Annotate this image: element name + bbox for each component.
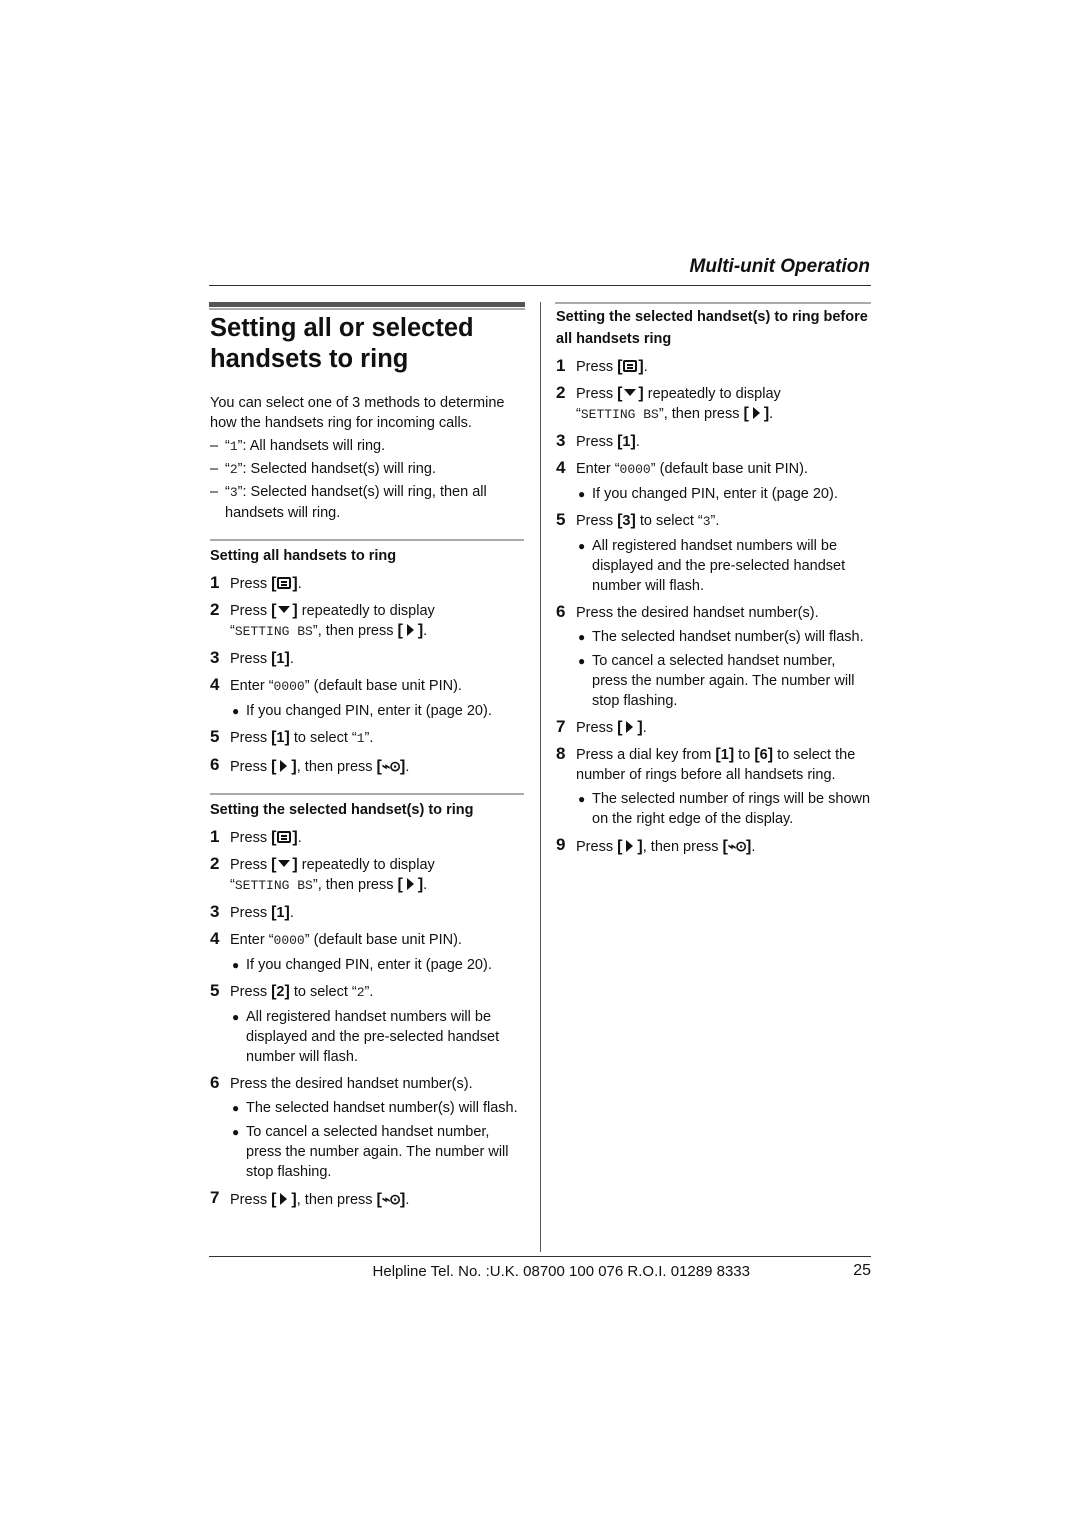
key-1-icon: [1] <box>617 433 636 450</box>
bullet: ● The selected handset number(s) will fla… <box>578 629 864 645</box>
intro-text: You can select one of 3 methods to deter… <box>210 395 505 431</box>
title-bar-underline <box>209 308 525 310</box>
option-item: – “1”: All handsets will ring. <box>210 438 386 454</box>
subsection-heading-before: Setting the selected handset(s) to ring … <box>556 309 868 347</box>
key-1-icon: [1] <box>271 904 290 921</box>
right-key-icon: [] <box>743 405 770 422</box>
step: 9 Press [], then press [⌁⊙]. <box>556 835 756 855</box>
step: 1 Press []. <box>556 356 648 375</box>
column-divider <box>540 302 541 1252</box>
step: 1 Press []. <box>210 827 302 846</box>
bullet: ● To cancel a selected handset number, pr… <box>578 653 855 709</box>
right-key-icon: [] <box>397 876 424 893</box>
step: 1 Press []. <box>210 573 302 592</box>
key-1-icon: [1] <box>271 650 290 667</box>
key-2-icon: [2] <box>271 983 290 1000</box>
step: 6 Press the desired handset number(s). <box>556 602 819 621</box>
page-title-line2: handsets to ring <box>210 345 409 373</box>
menu-key-icon: [] <box>271 829 298 846</box>
step: 2 Press [] repeatedly to display “SETTING … <box>210 600 435 639</box>
step: 4 Enter “0000” (default base unit PIN). <box>210 929 462 948</box>
step: 2 Press [] repeatedly to display “SETTING … <box>210 854 435 893</box>
steps-all: 1 Press []. 2 Press [] repeatedly to displ… <box>210 573 526 777</box>
footer-divider <box>209 1256 871 1257</box>
off-key-icon: [⌁⊙] <box>376 758 406 775</box>
menu-key-icon: [] <box>271 575 298 592</box>
off-key-icon: [⌁⊙] <box>722 838 752 855</box>
bullet: ● All registered handset numbers will be … <box>232 1009 500 1065</box>
step: 3 Press [1]. <box>210 902 294 921</box>
step: 5 Press [1] to select “1”. <box>210 727 374 746</box>
right-key-icon: [] <box>397 622 424 639</box>
down-key-icon: [] <box>617 385 644 402</box>
right-column-rule <box>555 302 871 304</box>
step: 3 Press [1]. <box>556 431 640 450</box>
key-6-icon: [6] <box>754 746 774 763</box>
step: 7 Press [], then press [⌁⊙]. <box>210 1188 410 1208</box>
left-column: You can select one of 3 methods to deter… <box>210 393 526 1210</box>
step: 5 Press [2] to select “2”. <box>210 981 374 1000</box>
right-key-icon: [] <box>617 719 643 736</box>
subsection-heading-all: Setting all handsets to ring <box>210 548 397 564</box>
step: 4 Enter “0000” (default base unit PIN). <box>556 458 808 477</box>
right-key-icon: [] <box>271 1191 297 1208</box>
bullet: ● The selected number of rings will be sh… <box>578 791 871 827</box>
menu-key-icon: [] <box>617 358 644 375</box>
down-key-icon: [] <box>271 602 298 619</box>
bullet: ● If you changed PIN, enter it (page 20). <box>578 486 838 502</box>
down-key-icon: [] <box>271 856 298 873</box>
subsection-rule <box>210 793 524 795</box>
right-column: Setting the selected handset(s) to ring … <box>556 306 872 857</box>
bullet: ● If you changed PIN, enter it (page 20). <box>232 703 492 719</box>
step: 4 Enter “0000” (default base unit PIN). <box>210 675 462 694</box>
key-1-icon: [1] <box>715 746 735 763</box>
step: 8 Press a dial key from [1] to [6] to sel… <box>556 744 856 783</box>
right-key-icon: [] <box>271 758 297 775</box>
bullet: ● All registered handset numbers will be … <box>578 538 846 594</box>
steps-selected: 1 Press []. 2 Press [] repeatedly to displ… <box>210 827 526 1210</box>
page-number: 25 <box>853 1262 871 1279</box>
option-item: – “3”: Selected handset(s) will ring, the… <box>210 484 487 521</box>
step: 5 Press [3] to select “3”. <box>556 510 720 529</box>
step: 6 Press [], then press [⌁⊙]. <box>210 755 410 775</box>
step: 2 Press [] repeatedly to display “SETTING … <box>556 383 781 422</box>
page-title-line1: Setting all or selected <box>210 314 474 342</box>
key-1-icon: [1] <box>271 729 290 746</box>
step: 3 Press [1]. <box>210 648 294 667</box>
title-bar <box>209 302 525 307</box>
helpline-text: Helpline Tel. No. :U.K. 08700 100 076 R.… <box>372 1263 750 1280</box>
bullet: ● If you changed PIN, enter it (page 20). <box>232 957 492 973</box>
key-3-icon: [3] <box>617 512 636 529</box>
step: 7 Press []. <box>556 717 647 736</box>
off-key-icon: [⌁⊙] <box>376 1191 406 1208</box>
options-list: – “1”: All handsets will ring. – “2”: Sele… <box>210 436 526 523</box>
steps-before: 1 Press []. 2 Press [] repeatedly to displ… <box>556 356 872 857</box>
subsection-rule <box>210 539 524 541</box>
section-header: Multi-unit Operation <box>689 256 870 277</box>
header-divider <box>209 285 871 286</box>
bullet: ● The selected handset number(s) will fla… <box>232 1100 518 1116</box>
page-title: Setting all or selected handsets to ring <box>210 313 530 375</box>
bullet: ● To cancel a selected handset number, pr… <box>232 1124 509 1180</box>
option-item: – “2”: Selected handset(s) will ring. <box>210 461 436 477</box>
right-key-icon: [] <box>617 838 643 855</box>
step: 6 Press the desired handset number(s). <box>210 1073 473 1092</box>
subsection-heading-selected: Setting the selected handset(s) to ring <box>210 802 474 818</box>
